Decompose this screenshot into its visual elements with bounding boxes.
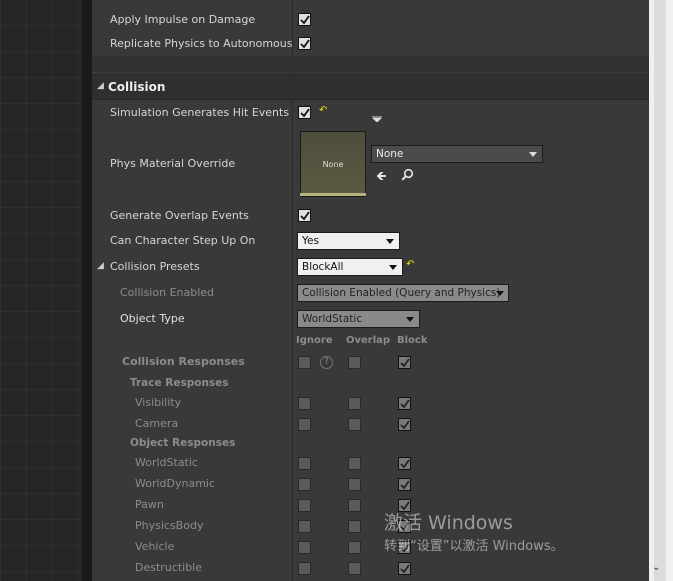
response-label-destructible: Destructible xyxy=(135,561,202,574)
worldstatic-block-checkbox[interactable] xyxy=(398,457,411,470)
activation-watermark-title: 激活 Windows xyxy=(384,512,513,534)
advanced-expander[interactable] xyxy=(92,56,649,122)
response-label-camera: Camera xyxy=(135,417,179,430)
column-overlap-header: Overlap xyxy=(346,335,391,346)
step-up-value: Yes xyxy=(302,235,319,247)
trace-responses-label: Trace Responses xyxy=(130,377,229,389)
all-overlap-checkbox[interactable] xyxy=(348,356,361,369)
sim-hit-events-label: Simulation Generates Hit Events xyxy=(110,106,290,119)
camera-block-checkbox[interactable] xyxy=(398,418,411,431)
response-label-vehicle: Vehicle xyxy=(135,540,175,553)
worlddynamic-ignore-checkbox[interactable] xyxy=(298,478,311,491)
collision-enabled-value: Collision Enabled (Query and Physics) xyxy=(302,287,501,299)
apply-impulse-checkbox[interactable] xyxy=(298,13,311,26)
object-type-label: Object Type xyxy=(120,312,185,325)
destructible-block-checkbox[interactable] xyxy=(398,562,411,575)
help-icon[interactable]: ? xyxy=(320,356,333,369)
reset-to-default-icon[interactable]: ↶ xyxy=(406,259,414,270)
object-responses-label: Object Responses xyxy=(130,437,236,449)
presets-dropdown[interactable]: BlockAll xyxy=(297,258,403,276)
worldstatic-overlap-checkbox[interactable] xyxy=(348,457,361,470)
chevron-down-icon xyxy=(496,291,504,296)
use-selected-arrow-icon[interactable]: 🡸 xyxy=(376,167,387,189)
details-panel: Apply Impulse on Damage Replicate Physic… xyxy=(92,0,649,581)
response-label-visibility: Visibility xyxy=(135,396,182,409)
thumbnail-asset-bar xyxy=(300,193,366,196)
presets-value: BlockAll xyxy=(302,261,344,273)
collision-section-title: Collision xyxy=(108,80,166,94)
collapse-arrow-icon[interactable]: ◢ xyxy=(97,81,104,91)
visibility-ignore-checkbox[interactable] xyxy=(298,397,311,410)
chevron-down-icon xyxy=(389,265,397,270)
presets-collapse-icon[interactable]: ◢ xyxy=(97,261,104,271)
collision-enabled-label: Collision Enabled xyxy=(120,286,215,299)
browse-search-icon[interactable] xyxy=(401,168,414,185)
object-type-value: WorldStatic xyxy=(302,313,363,325)
activation-watermark-subtitle: 转到“设置”以激活 Windows。 xyxy=(384,539,564,554)
worlddynamic-overlap-checkbox[interactable] xyxy=(348,478,361,491)
response-label-physicsbody: PhysicsBody xyxy=(135,519,204,532)
all-ignore-checkbox[interactable] xyxy=(298,356,311,369)
worlddynamic-block-checkbox[interactable] xyxy=(398,478,411,491)
column-ignore-header: Ignore xyxy=(296,335,333,346)
camera-ignore-checkbox[interactable] xyxy=(298,418,311,431)
vehicle-overlap-checkbox[interactable] xyxy=(348,541,361,554)
phys-material-thumbnail[interactable]: None xyxy=(300,131,366,197)
viewport-background xyxy=(0,0,82,581)
overlap-events-label: Generate Overlap Events xyxy=(110,209,249,222)
sim-hit-events-checkbox[interactable] xyxy=(298,106,311,119)
replicate-physics-label: Replicate Physics to Autonomous Pr xyxy=(110,37,292,50)
reset-to-default-icon[interactable]: ↶ xyxy=(319,105,327,116)
step-up-dropdown[interactable]: Yes xyxy=(297,232,400,250)
response-label-pawn: Pawn xyxy=(135,498,164,511)
chevron-down-icon xyxy=(529,152,537,157)
pawn-overlap-checkbox[interactable] xyxy=(348,499,361,512)
apply-impulse-label: Apply Impulse on Damage xyxy=(110,13,256,26)
destructible-ignore-checkbox[interactable] xyxy=(298,562,311,575)
physicsbody-overlap-checkbox[interactable] xyxy=(348,520,361,533)
response-label-worldstatic: WorldStatic xyxy=(135,456,198,469)
collision-responses-label: Collision Responses xyxy=(122,355,245,368)
step-up-label: Can Character Step Up On xyxy=(110,234,256,247)
thumbnail-label: None xyxy=(322,160,344,169)
destructible-overlap-checkbox[interactable] xyxy=(348,562,361,575)
phys-material-label: Phys Material Override xyxy=(110,157,236,170)
replicate-physics-checkbox[interactable] xyxy=(298,37,311,50)
panel-splitter[interactable] xyxy=(82,0,92,581)
expand-advanced-icon[interactable] xyxy=(372,116,382,122)
phys-material-value: None xyxy=(376,148,404,160)
pawn-ignore-checkbox[interactable] xyxy=(298,499,311,512)
visibility-block-checkbox[interactable] xyxy=(398,397,411,410)
column-block-header: Block xyxy=(397,335,428,346)
collision-enabled-dropdown[interactable]: Collision Enabled (Query and Physics) xyxy=(297,284,509,302)
all-block-checkbox[interactable] xyxy=(398,356,411,369)
worldstatic-ignore-checkbox[interactable] xyxy=(298,457,311,470)
physicsbody-ignore-checkbox[interactable] xyxy=(298,520,311,533)
chevron-down-icon xyxy=(406,317,414,322)
presets-label: Collision Presets xyxy=(110,260,200,273)
camera-overlap-checkbox[interactable] xyxy=(348,418,361,431)
phys-material-dropdown[interactable]: None xyxy=(371,145,543,163)
object-type-dropdown[interactable]: WorldStatic xyxy=(297,310,420,328)
response-label-worlddynamic: WorldDynamic xyxy=(135,477,216,490)
scroll-down-icon[interactable]: ⌄ xyxy=(652,562,660,573)
collision-section-header[interactable]: ◢ Collision xyxy=(92,74,649,100)
visibility-overlap-checkbox[interactable] xyxy=(348,397,361,410)
vehicle-ignore-checkbox[interactable] xyxy=(298,541,311,554)
scrollbar-track[interactable] xyxy=(654,0,666,581)
overlap-events-checkbox[interactable] xyxy=(298,209,311,222)
chevron-down-icon xyxy=(386,239,394,244)
